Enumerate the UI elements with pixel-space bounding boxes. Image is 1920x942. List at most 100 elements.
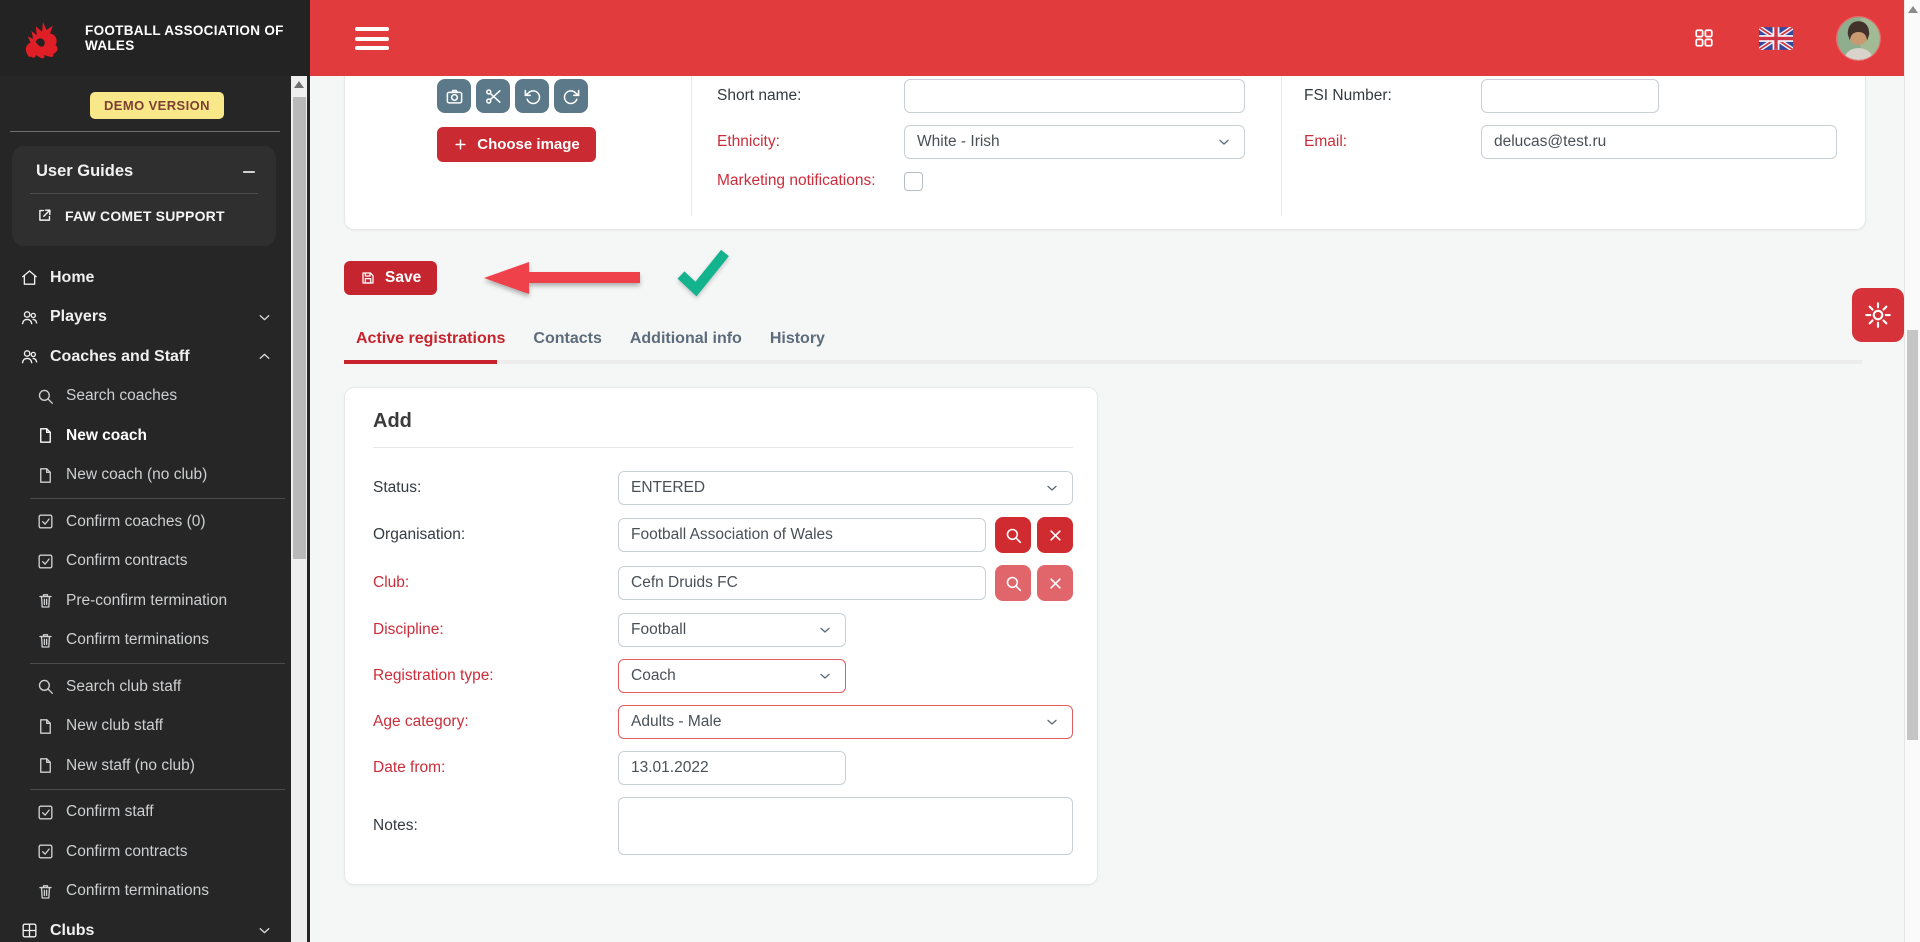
page-scrollbar[interactable] — [1904, 0, 1920, 942]
sidebar-scrollbar[interactable] — [291, 76, 307, 942]
tab-contacts[interactable]: Contacts — [533, 326, 601, 352]
sidebar-item-players[interactable]: Players — [0, 298, 285, 338]
club-input[interactable] — [618, 566, 986, 600]
sidebar-item-label: Pre-confirm termination — [66, 592, 227, 610]
collapse-minus-icon[interactable] — [240, 163, 258, 181]
sidebar-scroll-thumb[interactable] — [293, 97, 306, 559]
fsi-number-input[interactable] — [1481, 79, 1659, 113]
sidebar-item-label: New staff (no club) — [66, 757, 195, 775]
short-name-input[interactable] — [904, 79, 1245, 113]
age-category-select[interactable]: Adults - Male — [618, 705, 1073, 739]
search-lookup-button[interactable] — [995, 565, 1031, 601]
sidebar-item-home[interactable]: Home — [0, 258, 285, 298]
scissors-button[interactable] — [476, 79, 510, 113]
rotate-right-button[interactable] — [554, 79, 588, 113]
discipline-select[interactable]: Football — [618, 613, 846, 647]
app-grid-icon[interactable] — [1693, 27, 1715, 49]
sidebar-item-confirm-coaches-0[interactable]: Confirm coaches (0) — [0, 502, 285, 542]
sidebar-item-label: New coach — [66, 427, 147, 445]
lookup-buttons — [995, 565, 1073, 601]
search-icon — [36, 677, 55, 696]
field-label: Ethnicity: — [717, 133, 904, 151]
sidebar-item-label: New coach (no club) — [66, 466, 207, 484]
sidebar-divider — [10, 131, 280, 132]
form-row: Registration type:Coach — [373, 659, 1073, 693]
camera-button[interactable] — [437, 79, 471, 113]
marketing-notifications-checkbox[interactable] — [904, 172, 923, 191]
support-label: FAW COMET SUPPORT — [65, 208, 225, 224]
select-value: Adults - Male — [631, 713, 721, 731]
sidebar-item-confirm-contracts[interactable]: Confirm contracts — [0, 832, 285, 872]
sidebar-item-confirm-terminations[interactable]: Confirm terminations — [0, 872, 285, 912]
sidebar-item-search-coaches[interactable]: Search coaches — [0, 377, 285, 417]
sidebar-item-search-club-staff[interactable]: Search club staff — [0, 667, 285, 707]
demo-version-badge: DEMO VERSION — [90, 92, 224, 119]
sidebar-item-new-coach-no-club[interactable]: New coach (no club) — [0, 456, 285, 496]
scroll-up-arrow[interactable] — [294, 81, 304, 88]
tab-active-registrations[interactable]: Active registrations — [356, 326, 505, 352]
trash-icon — [36, 631, 55, 650]
form-row: Marketing notifications: — [692, 171, 1281, 191]
sidebar-item-faw-comet-support[interactable]: FAW COMET SUPPORT — [12, 194, 276, 224]
sidebar-item-new-coach[interactable]: New coach — [0, 416, 285, 456]
date-from-input[interactable] — [618, 751, 846, 785]
tab-additional-info[interactable]: Additional info — [630, 326, 742, 352]
sidebar-item-coaches-and-staff[interactable]: Coaches and Staff — [0, 337, 285, 377]
form-row: Date from: — [373, 751, 1073, 785]
chevron-down-icon — [1044, 714, 1060, 730]
tab-history[interactable]: History — [770, 326, 825, 352]
hamburger-menu-icon[interactable] — [355, 27, 389, 50]
settings-gear-button[interactable] — [1852, 288, 1904, 342]
select-value: Coach — [631, 667, 676, 685]
check-square-icon — [36, 552, 55, 571]
notes-textarea[interactable] — [618, 797, 1073, 855]
file-icon — [36, 466, 55, 485]
choose-image-button[interactable]: Choose image — [437, 127, 596, 162]
email-input[interactable] — [1481, 125, 1837, 159]
registration-type-select[interactable]: Coach — [618, 659, 846, 693]
form-row: Age category:Adults - Male — [373, 705, 1073, 739]
sidebar-item-label: Confirm contracts — [66, 843, 187, 861]
clear-button[interactable] — [1037, 565, 1073, 601]
header-red-bar — [310, 0, 1904, 76]
field-label: Notes: — [373, 817, 618, 835]
field-label: Marketing notifications: — [717, 172, 904, 190]
sidebar-item-label: Confirm coaches (0) — [66, 513, 206, 531]
sidebar-section-divider — [30, 789, 285, 790]
clear-button[interactable] — [1037, 517, 1073, 553]
organisation-input[interactable] — [618, 518, 986, 552]
chevron-down-icon — [256, 309, 273, 326]
sidebar-item-clubs[interactable]: Clubs — [0, 911, 285, 942]
form-row: Club: — [373, 565, 1073, 601]
form-row: Discipline:Football — [373, 613, 1073, 647]
rotate-left-button[interactable] — [515, 79, 549, 113]
annotation-green-checkmark — [674, 244, 732, 302]
sidebar-item-confirm-terminations[interactable]: Confirm terminations — [0, 621, 285, 661]
sidebar-item-pre-confirm-termination[interactable]: Pre-confirm termination — [0, 581, 285, 621]
page-scroll-thumb[interactable] — [1907, 330, 1918, 740]
sidebar-item-confirm-contracts[interactable]: Confirm contracts — [0, 542, 285, 582]
file-icon — [36, 756, 55, 775]
user-avatar[interactable] — [1837, 17, 1880, 60]
sidebar-item-label: Home — [50, 269, 94, 287]
chevron-down-icon — [817, 622, 833, 638]
select-value: White - Irish — [917, 133, 1000, 151]
language-flag-uk[interactable] — [1759, 27, 1793, 50]
save-button[interactable]: Save — [344, 261, 437, 295]
tab-underline-track — [344, 360, 1862, 364]
sidebar-item-new-staff-no-club[interactable]: New staff (no club) — [0, 746, 285, 786]
sidebar-item-label: New club staff — [66, 717, 163, 735]
lookup-buttons — [995, 517, 1073, 553]
sidebar-item-new-club-staff[interactable]: New club staff — [0, 707, 285, 747]
scroll-up-arrow[interactable] — [1908, 6, 1918, 13]
ethnicity-select[interactable]: White - Irish — [904, 125, 1245, 159]
chevron-down-icon — [256, 922, 273, 939]
user-guides-title: User Guides — [36, 162, 240, 181]
search-lookup-button[interactable] — [995, 517, 1031, 553]
select-value: Football — [631, 621, 686, 639]
status-select[interactable]: ENTERED — [618, 471, 1073, 505]
sidebar-item-confirm-staff[interactable]: Confirm staff — [0, 793, 285, 833]
sidebar-section-divider — [30, 663, 285, 664]
details-right-column: FSI Number:Email: — [1282, 76, 1865, 229]
sidebar-item-label: Clubs — [50, 922, 94, 940]
